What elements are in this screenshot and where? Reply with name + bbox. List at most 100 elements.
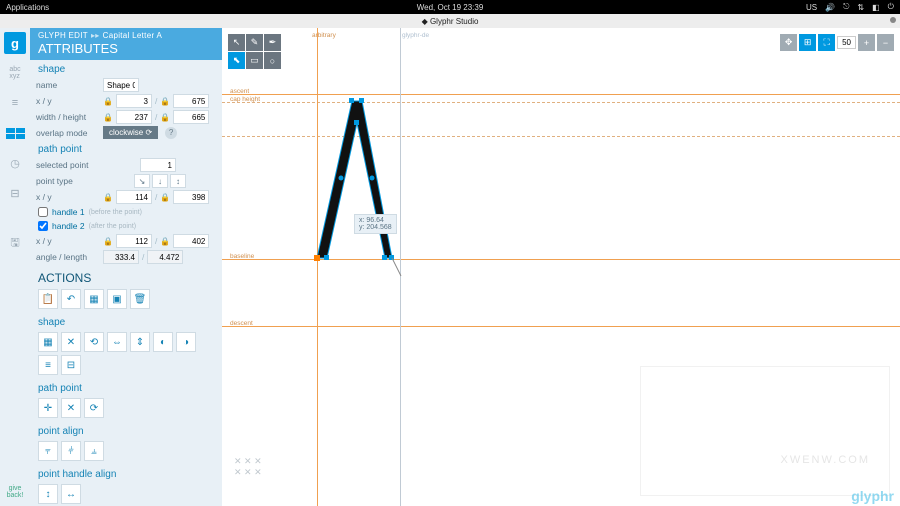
coord-tooltip: x: 96.64 y: 204.568 bbox=[354, 214, 397, 234]
handle2-checkbox[interactable] bbox=[38, 221, 48, 231]
shape-x-input[interactable] bbox=[116, 94, 152, 108]
actions-heading: ACTIONS bbox=[30, 265, 222, 287]
action-addshape[interactable]: ▦ bbox=[84, 289, 104, 309]
rail-save[interactable]: 🖫 bbox=[4, 232, 26, 254]
selected-point-input[interactable] bbox=[140, 158, 176, 172]
window-titlebar: ◆ Glyphr Studio bbox=[0, 14, 900, 28]
tool-fit[interactable]: ⛶ bbox=[818, 34, 835, 51]
shape-flipv[interactable]: ⇕ bbox=[130, 332, 150, 352]
shape-w-input[interactable] bbox=[116, 110, 152, 124]
watermark-text: XWENW.COM bbox=[781, 454, 871, 466]
shape-y-input[interactable] bbox=[173, 94, 209, 108]
zoom-value[interactable]: 50 bbox=[837, 36, 856, 49]
tool-pen[interactable]: ✎ bbox=[246, 34, 263, 51]
shape-copy[interactable]: ▦ bbox=[38, 332, 58, 352]
handle-y-input[interactable] bbox=[173, 234, 209, 248]
canvas-view-tools: ✥ ⊞ ⛶ 50 + − bbox=[780, 34, 894, 51]
pp-add[interactable]: ✛ bbox=[38, 398, 58, 418]
lock-icon[interactable]: 🔒 bbox=[160, 193, 170, 202]
canvas-edit-tools: ↖ ✎ ✒ ⬉ ▭ ○ bbox=[228, 34, 281, 69]
action-undo[interactable]: ↶ bbox=[61, 289, 81, 309]
handle1-checkbox[interactable] bbox=[38, 207, 48, 217]
lock-y-icon[interactable]: 🔒 bbox=[160, 97, 170, 106]
shape-delete[interactable]: ✕ bbox=[61, 332, 81, 352]
rail-attributes[interactable] bbox=[4, 122, 26, 144]
align-bot[interactable]: ⫨ bbox=[84, 441, 104, 461]
actions-handlealign-heading: point handle align bbox=[30, 465, 222, 482]
network-icon[interactable]: ⇅ bbox=[857, 3, 864, 12]
lock-h-icon[interactable]: 🔒 bbox=[160, 113, 170, 122]
brand-logo: glyphr bbox=[851, 488, 894, 504]
rail-layers[interactable]: ≡ bbox=[4, 92, 26, 114]
point-x-input[interactable] bbox=[116, 190, 152, 204]
breadcrumb: GLYPH EDIT▸▸Capital Letter A bbox=[30, 28, 222, 41]
handle1-label: handle 1 bbox=[52, 207, 85, 217]
halign-2[interactable]: ↔ bbox=[61, 484, 81, 504]
point-type-flat[interactable]: ↓ bbox=[152, 174, 168, 188]
action-copy[interactable]: 📋 bbox=[38, 289, 58, 309]
tool-pointer[interactable]: ⬉ bbox=[228, 52, 245, 69]
tool-penadd[interactable]: ✒ bbox=[264, 34, 281, 51]
shape-h-input[interactable] bbox=[173, 110, 209, 124]
actions-pathpoint-heading: path point bbox=[30, 379, 222, 396]
rail-history[interactable]: ◷ bbox=[4, 152, 26, 174]
window-close-icon[interactable] bbox=[890, 17, 896, 23]
lock-x-icon[interactable]: 🔒 bbox=[103, 97, 113, 106]
overlap-mode-button[interactable]: clockwise ⟳ bbox=[103, 126, 158, 139]
help-icon[interactable]: ? bbox=[165, 127, 177, 139]
glyph-canvas[interactable]: ↖ ✎ ✒ ⬉ ▭ ○ ✥ ⊞ ⛶ 50 + − arbitrary glyph… bbox=[222, 28, 900, 506]
tool-rect[interactable]: ▭ bbox=[246, 52, 263, 69]
apps-menu[interactable]: Applications bbox=[6, 3, 49, 12]
battery-icon[interactable]: ◧ bbox=[872, 3, 880, 12]
pp-reset[interactable]: ⟳ bbox=[84, 398, 104, 418]
tool-arrow[interactable]: ↖ bbox=[228, 34, 245, 51]
handle-angle-input[interactable] bbox=[103, 250, 139, 264]
give-back-link[interactable]: give back! bbox=[7, 485, 24, 506]
tool-oval[interactable]: ○ bbox=[264, 52, 281, 69]
lock-icon[interactable]: 🔒 bbox=[103, 193, 113, 202]
rail-glyphs[interactable]: abcxyz bbox=[4, 62, 26, 84]
actions-shape-heading: shape bbox=[30, 313, 222, 330]
handle-x-input[interactable] bbox=[116, 234, 152, 248]
point-type-symmetric[interactable]: ↕ bbox=[170, 174, 186, 188]
point-y-input[interactable] bbox=[173, 190, 209, 204]
shape-layer[interactable]: ≡ bbox=[38, 355, 58, 375]
shape-rotr[interactable]: ◑ bbox=[176, 332, 196, 352]
lock-icon[interactable]: 🔒 bbox=[103, 237, 113, 246]
halign-1[interactable]: ↕ bbox=[38, 484, 58, 504]
shape-heading: shape bbox=[30, 60, 222, 77]
glyph-shape[interactable] bbox=[297, 83, 417, 288]
zoom-in[interactable]: + bbox=[858, 34, 875, 51]
lock-w-icon[interactable]: 🔒 bbox=[103, 113, 113, 122]
shape-rotl[interactable]: ◐ bbox=[153, 332, 173, 352]
guide-arbitrary: arbitrary bbox=[312, 32, 336, 39]
watermark-box bbox=[640, 366, 890, 496]
power-icon[interactable]: ⏻ bbox=[888, 2, 894, 12]
tool-grid[interactable]: ⊞ bbox=[799, 34, 816, 51]
shape-fliph[interactable]: ⇔ bbox=[107, 332, 127, 352]
volume-icon[interactable]: 🔊 bbox=[825, 3, 835, 12]
lock-icon[interactable]: 🔒 bbox=[160, 237, 170, 246]
shape-reverse[interactable]: ⟲ bbox=[84, 332, 104, 352]
system-bar: Applications Wed, Oct 19 23:39 US 🔊 ⎋ ⇅ … bbox=[0, 0, 900, 14]
action-addcomponent[interactable]: ▣ bbox=[107, 289, 127, 309]
pp-delete[interactable]: ✕ bbox=[61, 398, 81, 418]
align-top[interactable]: ⫧ bbox=[38, 441, 58, 461]
link-icon[interactable]: ⎋ bbox=[843, 2, 849, 12]
point-type-corner[interactable]: ↘ bbox=[134, 174, 150, 188]
panel-title: ATTRIBUTES bbox=[30, 41, 222, 60]
align-mid[interactable]: ⫩ bbox=[61, 441, 81, 461]
shape-name-input[interactable] bbox=[103, 78, 139, 92]
handle-length-input[interactable] bbox=[147, 250, 183, 264]
lang-indicator[interactable]: US bbox=[806, 3, 817, 12]
window-title: ◆ Glyphr Studio bbox=[422, 17, 479, 26]
tool-pan[interactable]: ✥ bbox=[780, 34, 797, 51]
app-logo[interactable]: g bbox=[4, 32, 26, 54]
attributes-panel: GLYPH EDIT▸▸Capital Letter A ATTRIBUTES … bbox=[30, 28, 222, 506]
rail-guides[interactable]: ⊟ bbox=[4, 182, 26, 204]
zoom-out[interactable]: − bbox=[877, 34, 894, 51]
clock: Wed, Oct 19 23:39 bbox=[417, 3, 484, 12]
action-delete[interactable]: 🗑 bbox=[130, 289, 150, 309]
shape-layer2[interactable]: ⊟ bbox=[61, 355, 81, 375]
guide-glyphr: glyphr-de bbox=[402, 32, 429, 39]
